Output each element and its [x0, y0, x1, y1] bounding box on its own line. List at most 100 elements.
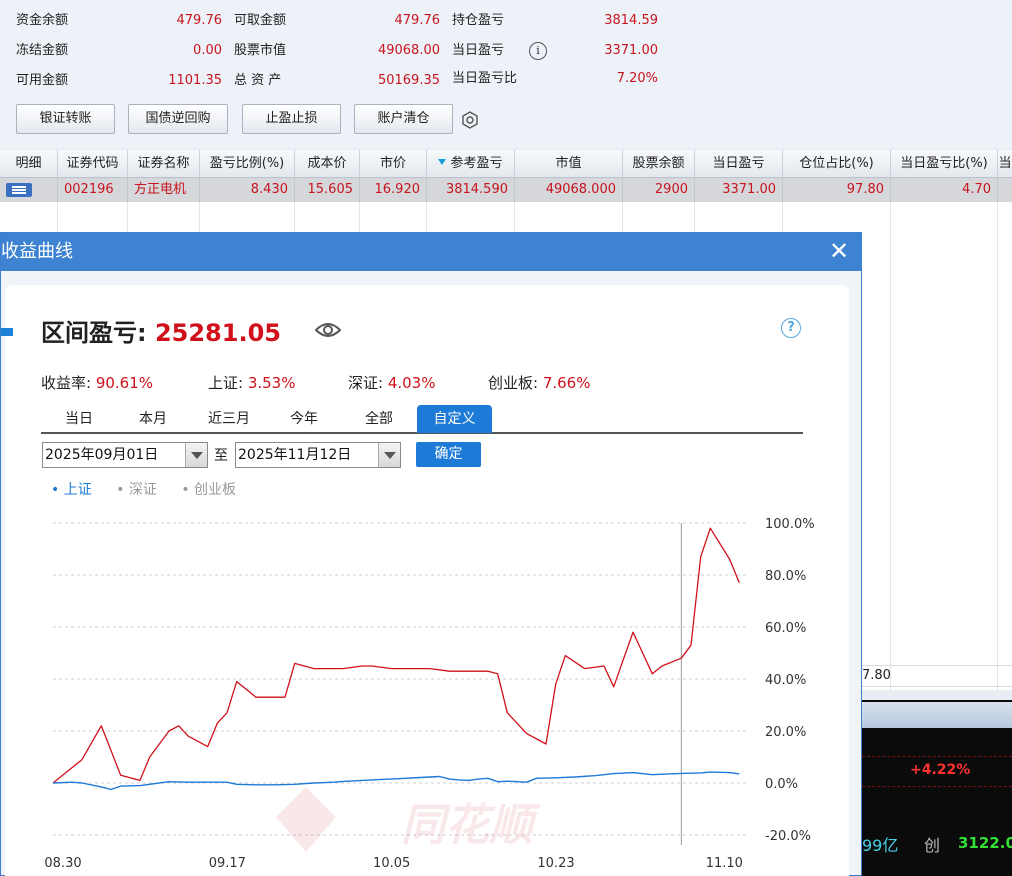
cell-code: 002196 — [58, 178, 128, 202]
summary-label: 股票市值 — [234, 43, 287, 58]
summary-label: 冻结金额 — [16, 43, 69, 58]
stat-value: 4.03% — [387, 374, 436, 392]
table-footer-row: 7.80 — [862, 665, 1012, 687]
cell-price: 16.920 — [360, 178, 427, 202]
x-tick-label: 10.23 — [537, 856, 574, 871]
bank-transfer-button[interactable]: 银证转账 — [16, 104, 115, 134]
col-stock-balance[interactable]: 股票余额 — [623, 150, 695, 178]
tab-custom[interactable]: 自定义 — [417, 405, 492, 433]
footer-value: 7.80 — [862, 668, 891, 683]
market-panel-header — [862, 702, 1012, 728]
col-ref-pnl[interactable]: 参考盈亏 — [427, 150, 515, 178]
summary-value: 3371.00 — [604, 43, 658, 58]
end-date-picker[interactable]: 2025年11月12日 — [235, 442, 401, 468]
summary-label: 可取金额 — [234, 13, 287, 28]
col-pnl-ratio[interactable]: 盈亏比例(%) — [200, 150, 295, 178]
stat-value: 3.53% — [247, 374, 296, 392]
y-tick-label: 20.0% — [765, 725, 806, 740]
col-market-value[interactable]: 市值 — [515, 150, 623, 178]
summary-value: 7.20% — [616, 71, 658, 86]
take-profit-stop-loss-button[interactable]: 止盈止损 — [242, 104, 341, 134]
col-name[interactable]: 证券名称 — [128, 150, 200, 178]
stat-value: 90.61% — [95, 374, 154, 392]
summary-daily-pnl: 当日盈亏 3371.00 — [452, 41, 658, 61]
y-tick-label: 40.0% — [765, 673, 806, 688]
stat-label: 上证: — [208, 374, 248, 392]
stat-label: 深证: — [348, 374, 388, 392]
summary-withdrawable: 可取金额 479.76 — [234, 11, 440, 31]
cell-name: 方正电机 — [128, 178, 200, 202]
profit-curve-line — [52, 527, 740, 784]
summary-value: 50169.35 — [377, 73, 440, 88]
divider — [862, 756, 1012, 757]
interval-pnl-label: 区间盈亏: — [41, 319, 155, 347]
legend-chinext[interactable]: • 创业板 — [181, 482, 236, 498]
help-icon[interactable]: ? — [781, 318, 801, 338]
profit-curve-dialog: 收益曲线 ✕ 区间盈亏: 25281.05 ? 收益率: 90.61% 上证: … — [0, 232, 862, 876]
chevron-down-icon[interactable] — [185, 443, 207, 467]
start-date-picker[interactable]: 2025年09月01日 — [42, 442, 208, 468]
info-icon[interactable]: i — [529, 42, 547, 60]
close-icon[interactable]: ✕ — [827, 239, 851, 263]
col-cost[interactable]: 成本价 — [295, 150, 360, 178]
stat-shanghai: 上证: 3.53% — [208, 372, 295, 393]
summary-value: 0.00 — [193, 43, 222, 58]
stat-return: 收益率: 90.61% — [41, 372, 153, 393]
sort-desc-icon — [438, 159, 447, 165]
summary-daily-pnl-ratio: 当日盈亏比 7.20% — [452, 69, 658, 89]
watermark-text: 同花顺 — [401, 800, 541, 851]
col-position-ratio[interactable]: 仓位占比(%) — [783, 150, 891, 178]
divider — [997, 202, 998, 690]
reverse-repo-button[interactable]: 国债逆回购 — [128, 104, 228, 134]
tab-today[interactable]: 当日 — [43, 405, 115, 433]
stat-value: 7.66% — [542, 374, 591, 392]
market-chuang-value: 3122.0 — [958, 834, 1012, 852]
x-tick-label: 09.17 — [209, 856, 246, 871]
date-range-separator: 至 — [214, 448, 228, 464]
settings-gear-icon[interactable] — [460, 110, 480, 130]
tab-three-months[interactable]: 近三月 — [193, 405, 265, 433]
col-daily-pnl-ratio[interactable]: 当日盈亏比(%) — [891, 150, 998, 178]
table-row[interactable]: 002196 方正电机 8.430 15.605 16.920 3814.590… — [0, 178, 1012, 202]
cell-detail[interactable] — [0, 178, 58, 202]
tab-this-month[interactable]: 本月 — [117, 405, 189, 433]
x-tick-label: 08.30 — [44, 856, 81, 871]
cell-market-value: 49068.000 — [515, 178, 623, 202]
stat-chinext: 创业板: 7.66% — [488, 372, 590, 393]
col-truncated[interactable]: 当 — [998, 150, 1012, 178]
tab-this-year[interactable]: 今年 — [268, 405, 340, 433]
legend-shanghai[interactable]: • 上证 — [51, 482, 92, 498]
summary-label: 资金余额 — [16, 13, 69, 28]
col-detail[interactable]: 明细 — [0, 150, 58, 178]
summary-label: 当日盈亏 — [452, 43, 505, 58]
detail-list-icon[interactable] — [6, 183, 32, 197]
legend-shenzhen[interactable]: • 深证 — [116, 482, 157, 498]
divider — [862, 786, 1012, 787]
profit-curve-chart[interactable]: 同花顺 100.0% 80.0% 60.0% 40.0% 20.0% 0.0% -20.0%… — [1, 515, 861, 876]
watermark-logo-icon — [276, 787, 336, 852]
interval-pnl: 区间盈亏: 25281.05 — [41, 313, 281, 348]
x-tick-label: 10.05 — [373, 856, 410, 871]
chevron-down-icon[interactable] — [378, 443, 400, 467]
stat-label: 创业板: — [488, 374, 543, 392]
cell-ref-pnl: 3814.590 — [427, 178, 515, 202]
col-daily-pnl[interactable]: 当日盈亏 — [695, 150, 783, 178]
col-price[interactable]: 市价 — [360, 150, 427, 178]
y-tick-label: 100.0% — [765, 517, 815, 532]
divider — [890, 202, 891, 690]
liquidate-account-button[interactable]: 账户清仓 — [354, 104, 453, 134]
summary-label: 总 资 产 — [234, 73, 282, 88]
confirm-button[interactable]: 确定 — [416, 442, 481, 467]
summary-position-pnl: 持仓盈亏 3814.59 — [452, 11, 658, 31]
col-code[interactable]: 证券代码 — [58, 150, 128, 178]
summary-total-assets: 总 资 产 50169.35 — [234, 71, 440, 91]
shanghai-index-line — [52, 771, 740, 791]
summary-available: 可用金额 1101.35 — [16, 71, 222, 91]
eye-icon[interactable] — [315, 321, 341, 339]
col-ref-pnl-label: 参考盈亏 — [450, 156, 503, 171]
dialog-title-bar[interactable]: 收益曲线 — [1, 233, 861, 271]
tab-all[interactable]: 全部 — [343, 405, 415, 433]
stat-shenzhen: 深证: 4.03% — [348, 372, 435, 393]
dialog-title: 收益曲线 — [1, 241, 73, 262]
market-change-pct: +4.22% — [910, 762, 971, 778]
